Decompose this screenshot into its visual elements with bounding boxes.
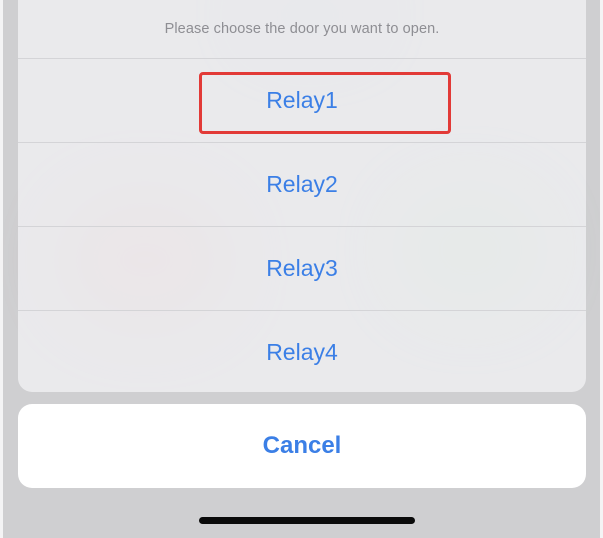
relay2-option-button[interactable]: Relay2 [18, 143, 586, 226]
action-sheet-message: Please choose the door you want to open. [164, 21, 440, 37]
cancel-button[interactable]: Cancel [18, 404, 586, 488]
screen: Please choose the door you want to open.… [0, 0, 603, 538]
relay1-option-button[interactable]: Relay1 [18, 59, 586, 142]
left-frame-edge [0, 0, 3, 538]
relay3-option-button[interactable]: Relay3 [18, 227, 586, 310]
home-indicator[interactable] [199, 517, 415, 524]
relay4-option-button[interactable]: Relay4 [18, 311, 586, 392]
action-sheet: Please choose the door you want to open.… [18, 0, 586, 392]
